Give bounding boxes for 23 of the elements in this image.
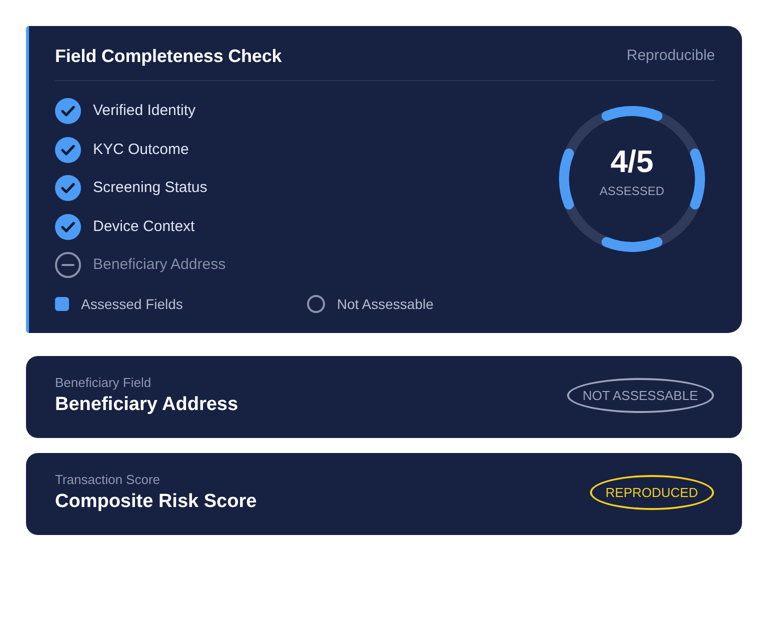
gauge-segment (690, 148, 705, 210)
checklist-label: Beneficiary Address (93, 255, 226, 276)
legend-label: Not Assessable (337, 295, 434, 313)
gauge-segment (559, 148, 574, 210)
checklist-label: Device Context (93, 216, 195, 237)
legend-label: Assessed Fields (81, 295, 183, 313)
gauge-caption: ASSESSED (600, 183, 664, 199)
checklist-label: Screening Status (93, 178, 208, 198)
gauge-segment (602, 237, 662, 252)
status-text: Reproducible (626, 46, 715, 66)
field-title: Composite Risk Score (55, 490, 257, 514)
ring-icon (307, 295, 325, 313)
field-title: Beneficiary Address (55, 393, 238, 417)
card-title: Field Completeness Check (55, 45, 282, 68)
gauge-value: 4/5 (610, 145, 654, 179)
field-label: Transaction Score (55, 471, 162, 488)
status-badge: REPRODUCED (590, 475, 714, 510)
status-badge: NOT ASSESSABLE (566, 378, 714, 413)
field-label: Beneficiary Field (55, 374, 152, 391)
square-swatch-icon (55, 297, 69, 311)
checklist-label: Verified Identity (93, 101, 196, 122)
gauge-segment (602, 106, 662, 121)
checklist-label: KYC Outcome (93, 140, 189, 160)
